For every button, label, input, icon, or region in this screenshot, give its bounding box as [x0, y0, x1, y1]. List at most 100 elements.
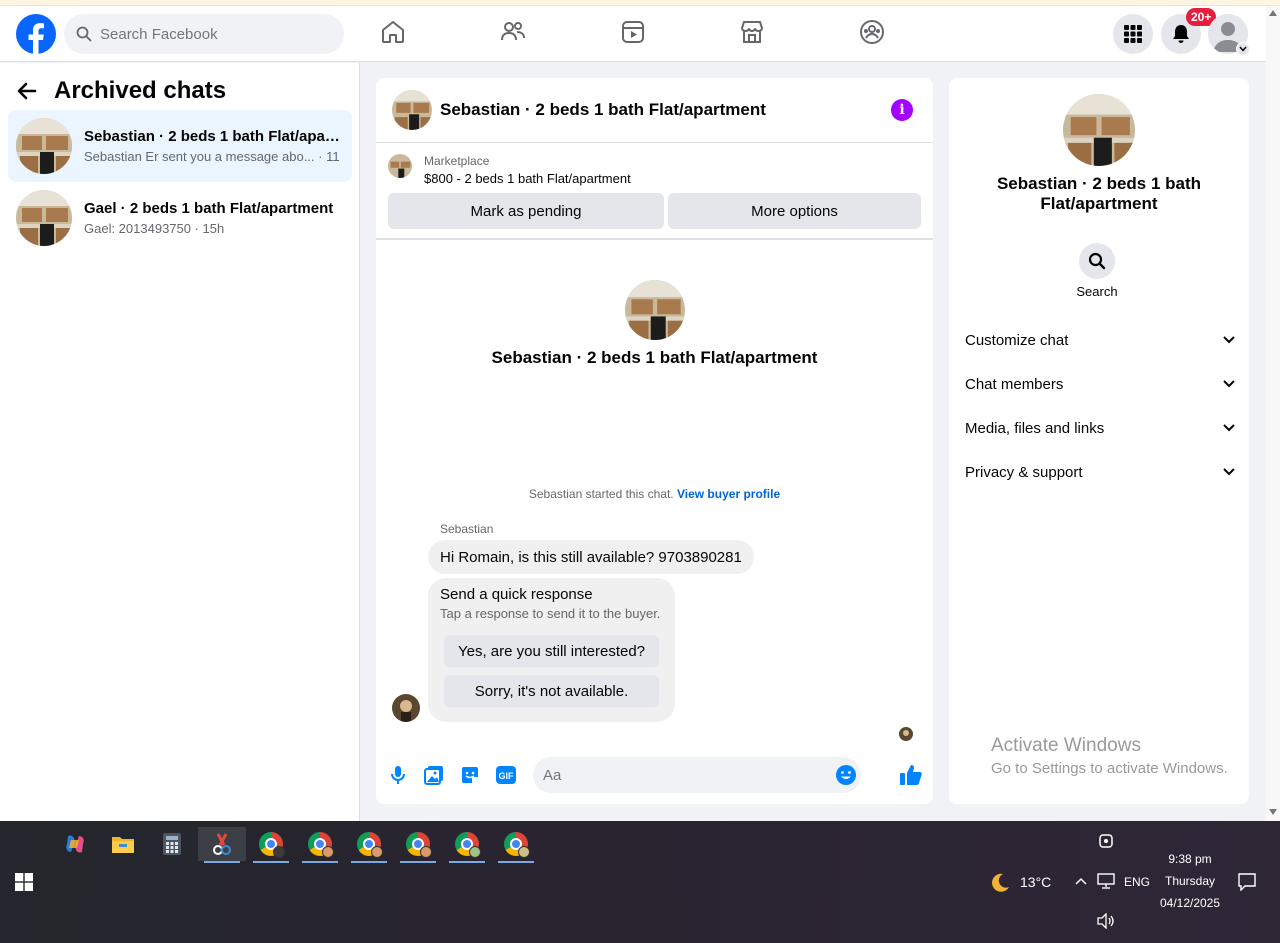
- chrome-profile-5-icon[interactable]: [447, 827, 487, 863]
- chat-list-item[interactable]: Sebastian · 2 beds 1 bath Flat/apar... S…: [8, 110, 352, 182]
- running-indicator: [253, 861, 289, 863]
- conversation-panel: Sebastian · 2 beds 1 bath Flat/apartment…: [376, 78, 933, 804]
- mark-as-pending-button[interactable]: Mark as pending: [388, 193, 664, 229]
- sender-avatar[interactable]: [392, 694, 420, 722]
- quick-response-subtitle: Tap a response to send it to the buyer.: [440, 606, 661, 621]
- snipping-tool-icon[interactable]: [198, 827, 246, 863]
- quick-response-card: Send a quick response Tap a response to …: [428, 578, 675, 722]
- page-scrollbar[interactable]: [1266, 6, 1280, 821]
- clock-date[interactable]: 04/12/2025: [1156, 896, 1224, 910]
- marketplace-icon[interactable]: [738, 18, 766, 46]
- running-indicator: [351, 861, 387, 863]
- listing-thumbnail: [16, 118, 72, 174]
- activate-windows-subtitle: Go to Settings to activate Windows.: [991, 760, 1228, 777]
- chevron-down-icon[interactable]: [1236, 42, 1250, 56]
- marketplace-label: Marketplace: [424, 154, 490, 168]
- message-input-box[interactable]: [533, 757, 861, 793]
- search-in-chat-button[interactable]: [1079, 243, 1115, 279]
- chrome-profile-2-icon[interactable]: [300, 827, 340, 863]
- conversation-avatar[interactable]: [392, 90, 432, 130]
- chat-details-avatar: [1063, 94, 1135, 166]
- video-icon[interactable]: [619, 18, 647, 46]
- friends-icon[interactable]: [499, 18, 527, 46]
- chat-list-item[interactable]: Gael · 2 beds 1 bath Flat/apartment Gael…: [8, 182, 352, 254]
- emoji-icon[interactable]: [835, 764, 857, 786]
- seen-indicator-avatar: [899, 727, 913, 741]
- chevron-up-icon[interactable]: [1075, 877, 1087, 885]
- chrome-profile-4-icon[interactable]: [398, 827, 438, 863]
- active-app-indicator: [204, 861, 240, 863]
- weather-moon-icon[interactable]: [988, 871, 1012, 895]
- view-buyer-profile-link[interactable]: View buyer profile: [677, 487, 780, 501]
- chat-started-notice: Sebastian started this chat. View buyer …: [376, 487, 933, 501]
- page-title: Archived chats: [54, 77, 227, 104]
- groups-icon[interactable]: [858, 18, 886, 46]
- menu-grid-icon[interactable]: [1113, 14, 1153, 54]
- marketplace-listing-row[interactable]: Marketplace $800 - 2 beds 1 bath Flat/ap…: [388, 154, 631, 186]
- section-label: Privacy & support: [965, 463, 1083, 481]
- profile-badge: [469, 846, 481, 858]
- profile-badge: [371, 846, 383, 858]
- thumbs-up-icon[interactable]: [898, 762, 924, 788]
- chat-details-name: Sebastian · 2 beds 1 bath Flat/apartment: [996, 174, 1202, 213]
- more-options-button[interactable]: More options: [668, 193, 921, 229]
- chevron-down-icon: [1223, 336, 1235, 344]
- chrome-profile-1-icon[interactable]: [251, 827, 291, 863]
- camera-share-icon[interactable]: [1099, 833, 1113, 849]
- windows-taskbar: 13°C ENG 9:38 pm Thursday 04/12/2025: [0, 821, 1280, 943]
- chat-members-section[interactable]: Chat members: [965, 366, 1235, 402]
- svg-text:GIF: GIF: [499, 771, 515, 781]
- archived-chats-panel: Archived chats Sebastian · 2 beds 1 bath…: [0, 63, 360, 821]
- search-icon: [1088, 252, 1106, 270]
- section-label: Customize chat: [965, 331, 1069, 349]
- chrome-profile-3-icon[interactable]: [349, 827, 389, 863]
- home-icon[interactable]: [379, 18, 407, 46]
- archived-chats-header: Archived chats: [16, 77, 226, 105]
- search-bar[interactable]: [64, 14, 344, 54]
- scroll-down-icon[interactable]: [1269, 809, 1277, 815]
- profile-badge: [322, 846, 334, 858]
- microphone-icon[interactable]: [387, 764, 409, 786]
- gif-icon[interactable]: GIF: [495, 764, 517, 786]
- message-bubble[interactable]: Hi Romain, is this still available? 9703…: [428, 540, 754, 574]
- sticker-icon[interactable]: [459, 764, 481, 786]
- notification-center-icon[interactable]: [1238, 873, 1256, 891]
- profile-badge: [518, 846, 530, 858]
- photo-icon[interactable]: [423, 764, 445, 786]
- calculator-icon[interactable]: [152, 827, 192, 861]
- search-input[interactable]: [100, 25, 320, 43]
- media-files-links-section[interactable]: Media, files and links: [965, 410, 1235, 446]
- input-language[interactable]: ENG: [1124, 875, 1150, 889]
- clock-time[interactable]: 9:38 pm: [1160, 852, 1220, 866]
- windows-start-icon[interactable]: [15, 873, 33, 891]
- volume-icon[interactable]: [1097, 913, 1115, 929]
- conversation-title[interactable]: Sebastian · 2 beds 1 bath Flat/apartment: [440, 100, 766, 120]
- profile-badge: [420, 846, 432, 858]
- copilot-app-icon[interactable]: [55, 827, 95, 861]
- facebook-navbar: 20+: [0, 6, 1266, 62]
- chat-name: Gael · 2 beds 1 bath Flat/apartment: [84, 200, 334, 217]
- quick-response-title: Send a quick response: [440, 586, 593, 603]
- back-arrow-icon[interactable]: [16, 80, 38, 102]
- file-explorer-icon[interactable]: [103, 827, 143, 861]
- divider: [376, 238, 933, 240]
- activate-windows-title: Activate Windows: [991, 735, 1141, 756]
- info-icon[interactable]: i: [891, 99, 913, 121]
- clock-day[interactable]: Thursday: [1160, 874, 1220, 888]
- quick-response-yes-button[interactable]: Yes, are you still interested?: [444, 635, 659, 667]
- customize-chat-section[interactable]: Customize chat: [965, 322, 1235, 358]
- quick-response-sorry-button[interactable]: Sorry, it's not available.: [444, 675, 659, 707]
- listing-thumbnail: [388, 154, 412, 178]
- privacy-support-section[interactable]: Privacy & support: [965, 454, 1235, 490]
- network-icon[interactable]: [1097, 873, 1115, 889]
- conversation-intro-avatar: [625, 280, 685, 340]
- conversation-intro-name: Sebastian · 2 beds 1 bath Flat/apartment: [491, 348, 818, 367]
- chevron-down-icon: [1223, 380, 1235, 388]
- scroll-up-icon[interactable]: [1269, 10, 1277, 16]
- message-input[interactable]: [543, 766, 823, 784]
- chrome-profile-6-icon[interactable]: [496, 827, 536, 863]
- facebook-logo-icon[interactable]: [16, 14, 56, 54]
- listing-thumbnail: [16, 190, 72, 246]
- weather-temperature[interactable]: 13°C: [1020, 874, 1051, 890]
- chat-started-text: Sebastian started this chat.: [528, 487, 674, 501]
